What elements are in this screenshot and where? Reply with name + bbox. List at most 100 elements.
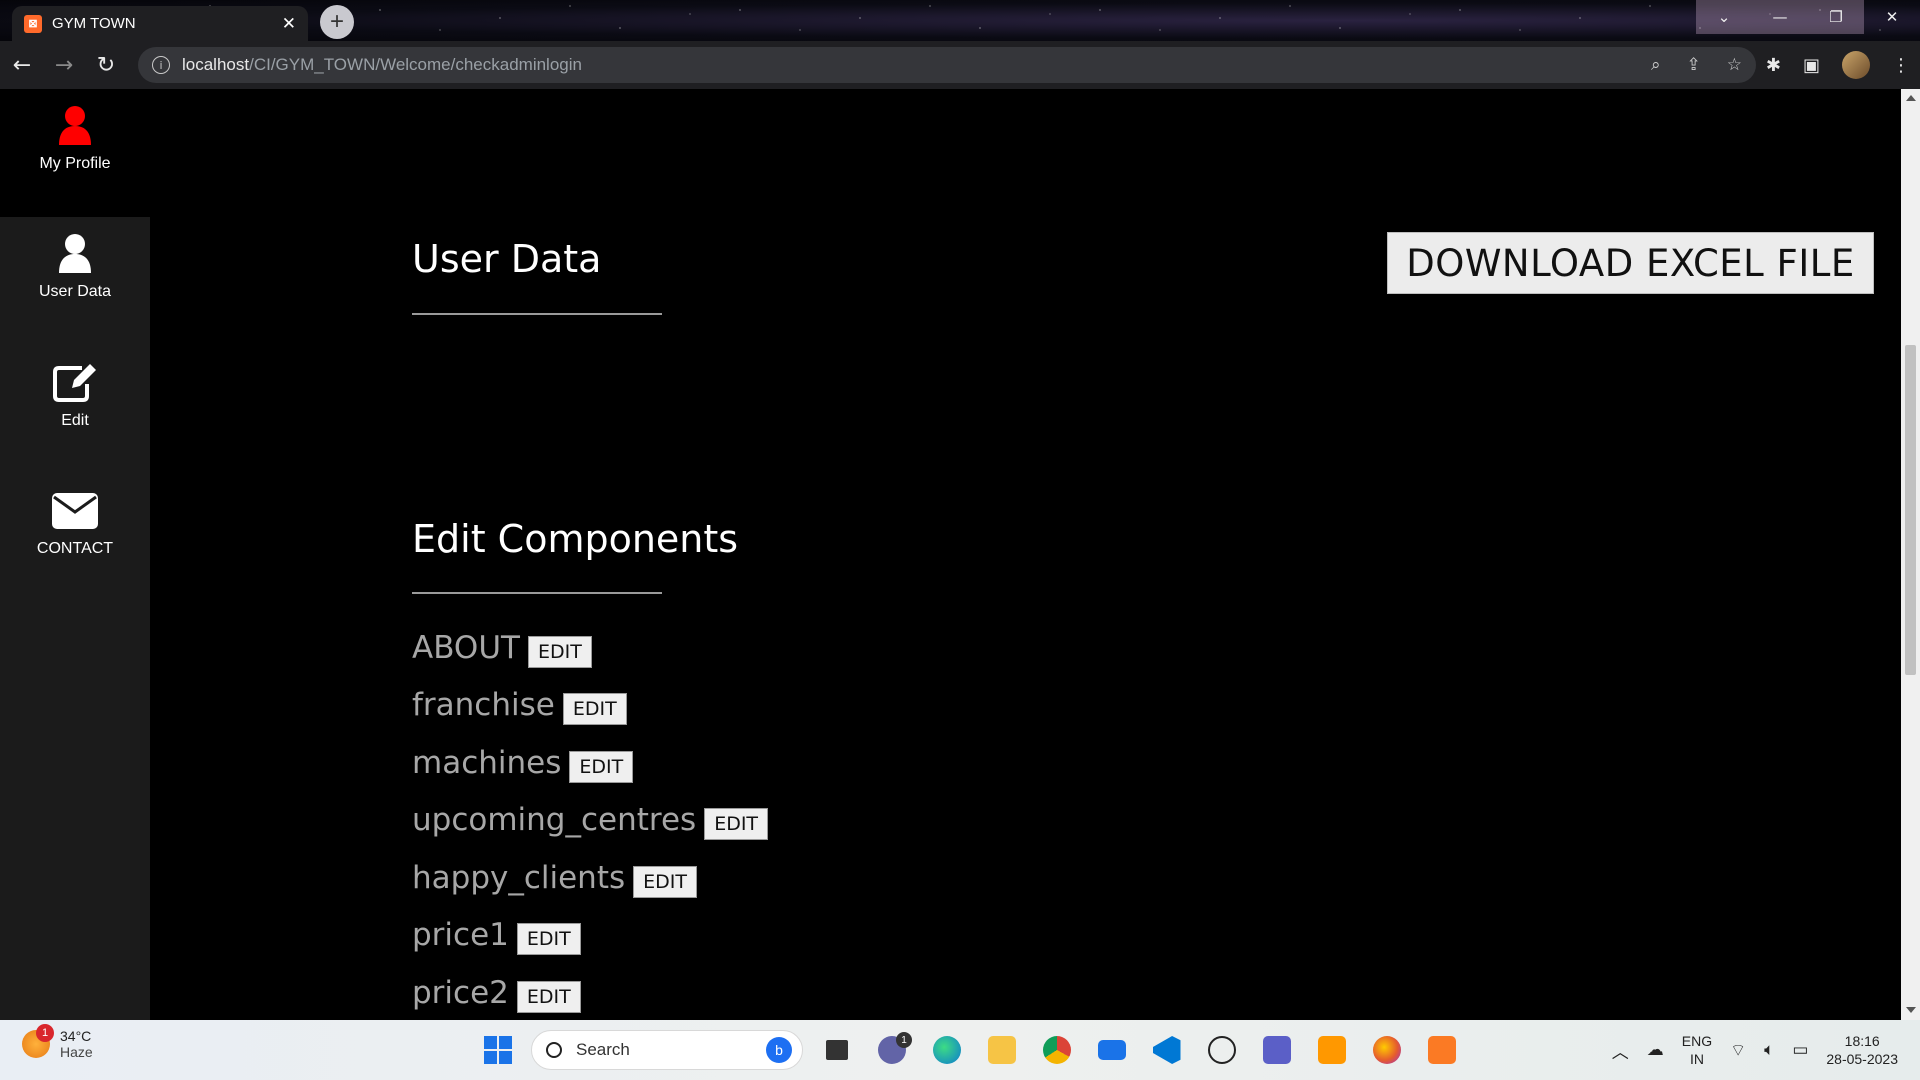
component-name: machines xyxy=(412,744,562,781)
task-view-icon[interactable] xyxy=(809,1030,864,1070)
sidebar-item-my-profile[interactable]: My Profile xyxy=(0,105,150,173)
omnibox-actions: ⌕ ⇪ ☆ xyxy=(1651,47,1742,83)
user-icon xyxy=(59,106,91,145)
share-icon[interactable]: ⇪ xyxy=(1687,55,1701,75)
clock[interactable]: 18:16 28-05-2023 xyxy=(1826,1032,1898,1068)
wifi-icon[interactable]: ⌔ xyxy=(1730,1040,1746,1061)
firefox-icon[interactable] xyxy=(1359,1030,1414,1070)
list-item: happy_clients EDIT xyxy=(412,849,768,907)
scrollbar-thumb[interactable] xyxy=(1905,345,1916,675)
scroll-down-icon[interactable] xyxy=(1906,1007,1916,1013)
address-bar[interactable]: i localhost/CI/GYM_TOWN/Welcome/checkadm… xyxy=(138,47,1756,83)
xampp-icon[interactable] xyxy=(1414,1030,1469,1070)
edge-browser-icon[interactable] xyxy=(919,1030,974,1070)
dell-icon[interactable] xyxy=(1194,1030,1249,1070)
site-info-icon[interactable]: i xyxy=(152,56,170,74)
download-excel-button[interactable]: DOWNLOAD EXCEL FILE xyxy=(1387,232,1874,294)
sidebar-item-contact[interactable]: CONTACT xyxy=(0,492,150,558)
weather-widget[interactable]: 1 34°C Haze xyxy=(22,1024,93,1060)
back-arrow-icon[interactable]: ← xyxy=(2,45,42,85)
tab-close-icon[interactable]: ✕ xyxy=(282,14,296,34)
edit-components-divider xyxy=(412,592,662,594)
taskbar-apps: Search b 1 xyxy=(470,1030,1469,1070)
component-name: upcoming_centres xyxy=(412,802,697,839)
edit-button[interactable]: EDIT xyxy=(633,865,697,898)
edit-button[interactable]: EDIT xyxy=(704,808,769,841)
xampp-favicon-icon: ⊠ xyxy=(24,14,42,33)
list-item: price1 EDIT xyxy=(412,907,768,965)
page-viewport: My Profile User Data Edit CONTACT User D… xyxy=(0,89,1901,1020)
sublime-text-icon[interactable] xyxy=(1304,1030,1359,1070)
component-name: price1 xyxy=(412,917,509,954)
window-controls: ⌄ — ❐ ✕ xyxy=(1696,0,1920,34)
sidebar-item-user-data[interactable]: User Data xyxy=(0,233,150,301)
lang-line1: ENG xyxy=(1681,1033,1713,1049)
chat-badge: 1 xyxy=(896,1032,912,1048)
teams-icon[interactable] xyxy=(1249,1030,1304,1070)
onedrive-cloud-icon[interactable]: ☁ xyxy=(1647,1040,1664,1060)
component-name: price2 xyxy=(412,974,509,1011)
sidebar-item-label: Edit xyxy=(61,412,89,429)
chrome-browser-icon[interactable] xyxy=(1029,1030,1084,1070)
bookmark-star-icon[interactable]: ☆ xyxy=(1727,55,1742,75)
forward-arrow-icon[interactable]: → xyxy=(44,45,84,85)
component-name: ABOUT xyxy=(412,629,520,666)
user-icon xyxy=(59,234,91,273)
start-windows-icon[interactable] xyxy=(470,1030,525,1070)
system-tray: ︿ ☁ ENG IN ⌔ 🔈︎ ▭ 18:16 28-05-2023 xyxy=(1612,1020,1898,1080)
edit-button[interactable]: EDIT xyxy=(516,980,581,1013)
sidebar-item-label: User Data xyxy=(38,283,112,300)
list-item: ABOUT EDIT xyxy=(412,619,768,677)
clock-date: 28-05-2023 xyxy=(1826,1051,1898,1067)
page-scrollbar[interactable] xyxy=(1901,89,1920,1020)
browser-titlebar: ⊠ GYM TOWN ✕ + ⌄ — ❐ ✕ xyxy=(0,0,1920,41)
vscode-icon[interactable] xyxy=(1139,1030,1194,1070)
reload-icon[interactable]: ↻ xyxy=(86,45,126,85)
lang-line2: IN xyxy=(1689,1051,1704,1067)
edit-button[interactable]: EDIT xyxy=(569,750,634,783)
weather-desc: Haze xyxy=(60,1044,93,1060)
scroll-up-icon[interactable] xyxy=(1906,95,1916,101)
side-panel-icon[interactable]: ▣ xyxy=(1803,55,1820,76)
weather-sun-icon: 1 xyxy=(22,1024,54,1058)
windows-taskbar: 1 34°C Haze Search b 1 ︿ ☁ ENG IN ⌔ 🔈︎ ▭… xyxy=(0,1020,1920,1080)
chat-icon[interactable]: 1 xyxy=(864,1030,919,1070)
maximize-button[interactable]: ❐ xyxy=(1808,0,1864,34)
battery-icon[interactable]: ▭ xyxy=(1792,1040,1808,1060)
volume-icon[interactable]: 🔈︎ xyxy=(1764,1040,1774,1060)
search-icon xyxy=(546,1042,562,1058)
taskbar-search-input[interactable]: Search b xyxy=(531,1030,803,1070)
file-explorer-icon[interactable] xyxy=(974,1030,1029,1070)
profile-avatar[interactable] xyxy=(1842,51,1870,79)
clock-time: 18:16 xyxy=(1844,1033,1880,1049)
chevron-up-icon[interactable]: ︿ xyxy=(1612,1038,1629,1063)
component-name: happy_clients xyxy=(412,859,626,896)
zoom-search-icon[interactable]: ⌕ xyxy=(1651,55,1661,75)
browser-toolbar: ← → ↻ i localhost/CI/GYM_TOWN/Welcome/ch… xyxy=(0,41,1920,89)
component-name: franchise xyxy=(412,687,555,724)
close-window-button[interactable]: ✕ xyxy=(1864,0,1920,34)
browser-tab[interactable]: ⊠ GYM TOWN ✕ xyxy=(12,6,308,41)
mail-icon[interactable] xyxy=(1084,1030,1139,1070)
extensions-puzzle-icon[interactable]: ✱ xyxy=(1766,55,1781,76)
bing-icon[interactable]: b xyxy=(766,1037,792,1063)
edit-button[interactable]: EDIT xyxy=(527,635,592,668)
url-text[interactable]: localhost/CI/GYM_TOWN/Welcome/checkadmin… xyxy=(182,55,582,75)
sidebar-item-label: My Profile xyxy=(39,155,111,172)
edit-button[interactable]: EDIT xyxy=(516,923,581,956)
language-indicator[interactable]: ENG IN xyxy=(1682,1032,1712,1068)
tab-search-button[interactable]: ⌄ xyxy=(1696,0,1752,34)
envelope-icon xyxy=(52,493,98,529)
list-item: franchise EDIT xyxy=(412,677,768,735)
minimize-button[interactable]: — xyxy=(1752,0,1808,34)
url-host: localhost xyxy=(182,55,250,74)
url-path: /CI/GYM_TOWN/Welcome/checkadminlogin xyxy=(249,55,582,74)
tab-title: GYM TOWN xyxy=(52,15,136,32)
menu-kebab-icon[interactable]: ⋮ xyxy=(1892,55,1910,76)
edit-components-heading: Edit Components xyxy=(412,517,739,561)
list-item: price2 EDIT xyxy=(412,964,768,1020)
new-tab-button[interactable]: + xyxy=(320,5,354,39)
sidebar-item-label: CONTACT xyxy=(36,540,114,557)
edit-button[interactable]: EDIT xyxy=(562,693,627,726)
sidebar-item-edit[interactable]: Edit xyxy=(0,362,150,430)
